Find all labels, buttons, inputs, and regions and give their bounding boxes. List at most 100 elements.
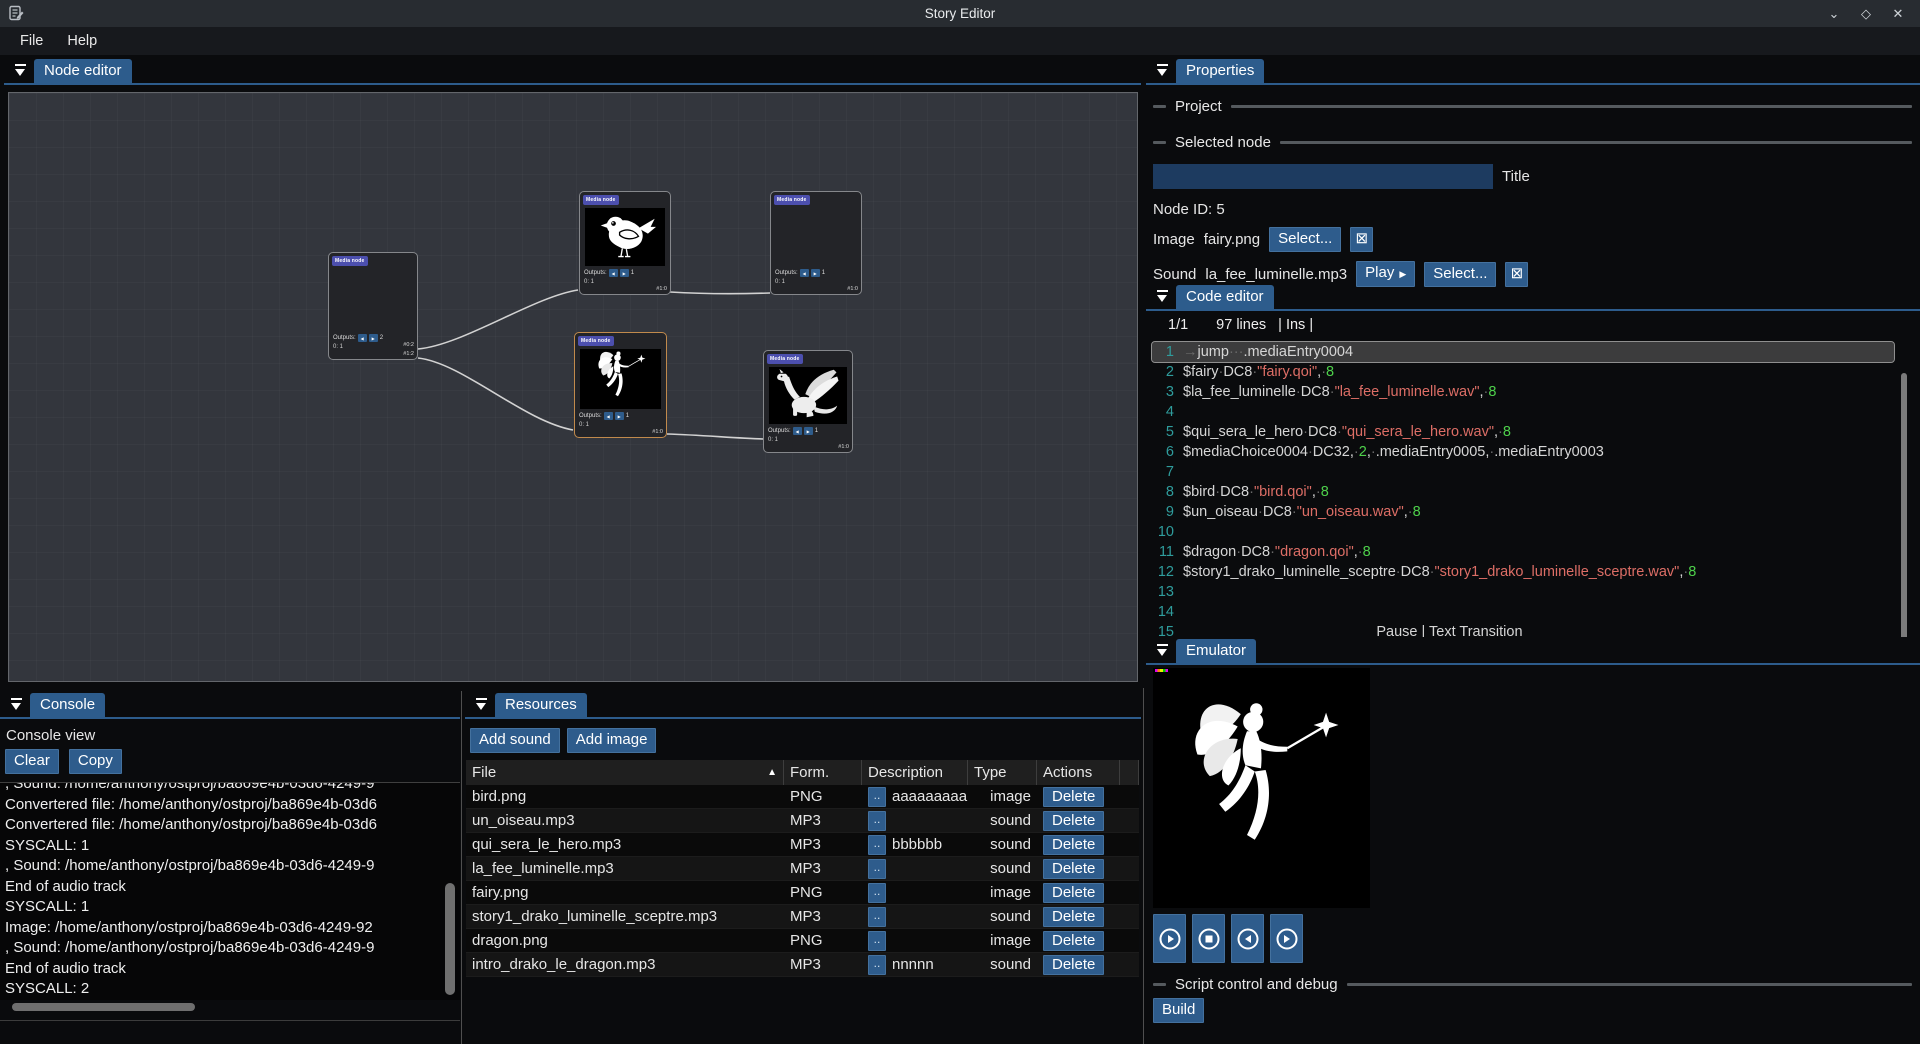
table-row[interactable]: qui_sera_le_hero.mp3MP3..bbbbbbsoundDele… bbox=[466, 833, 1139, 857]
node-title-input[interactable] bbox=[1153, 164, 1493, 189]
code-line[interactable]: 11$dragon·DC8·"dragon.qoi",·8 bbox=[1152, 542, 1894, 562]
table-row[interactable]: un_oiseau.mp3MP3..soundDelete bbox=[466, 809, 1139, 833]
tab-properties[interactable]: Properties bbox=[1176, 59, 1264, 83]
menu-item-help[interactable]: Help bbox=[55, 30, 109, 53]
story-node[interactable]: Media nodeOutputs:◀▶20: 1#0:2#1:2 bbox=[328, 252, 418, 360]
outputs-decrement-button[interactable]: ◀ bbox=[358, 334, 367, 342]
console-clear-button[interactable]: Clear bbox=[5, 749, 59, 774]
console-copy-button[interactable]: Copy bbox=[69, 749, 122, 774]
outputs-increment-button[interactable]: ▶ bbox=[811, 269, 820, 277]
outputs-decrement-button[interactable]: ◀ bbox=[604, 412, 613, 420]
collapse-properties-button[interactable] bbox=[1150, 58, 1174, 82]
column-header-type[interactable]: Type bbox=[968, 760, 1037, 785]
table-row[interactable]: story1_drako_luminelle_sceptre.mp3MP3..s… bbox=[466, 905, 1139, 929]
console-log-line: End of audio track bbox=[5, 959, 438, 980]
node-type-badge: Media node bbox=[578, 336, 614, 346]
play-button[interactable] bbox=[1153, 914, 1186, 963]
outputs-decrement-button[interactable]: ◀ bbox=[609, 269, 618, 277]
image-select-button[interactable]: Select... bbox=[1269, 227, 1341, 252]
table-row[interactable]: bird.pngPNG..aaaaaaaaaimageDelete bbox=[466, 785, 1139, 809]
tab-node-editor[interactable]: Node editor bbox=[34, 59, 132, 83]
collapse-resources-button[interactable] bbox=[469, 692, 493, 716]
delete-button[interactable]: Delete bbox=[1043, 835, 1104, 855]
code-text-area[interactable]: 1→jump···.mediaEntry00042$fairy·DC8·"fai… bbox=[1148, 342, 1920, 637]
delete-button[interactable]: Delete bbox=[1043, 811, 1104, 831]
code-line[interactable]: 7 bbox=[1152, 462, 1894, 482]
outputs-increment-button[interactable]: ▶ bbox=[615, 412, 624, 420]
code-line[interactable]: 4 bbox=[1152, 402, 1894, 422]
delete-button[interactable]: Delete bbox=[1043, 787, 1104, 807]
maximize-button[interactable]: ◇ bbox=[1858, 6, 1874, 22]
delete-button[interactable]: Delete bbox=[1043, 955, 1104, 975]
collapse-emulator-button[interactable] bbox=[1150, 638, 1174, 662]
story-node[interactable]: Media nodeOutputs:◀▶10: 1#1:0 bbox=[574, 332, 667, 438]
code-line[interactable]: 2$fairy·DC8·"fairy.qoi",·8 bbox=[1152, 362, 1894, 382]
edit-description-button[interactable]: .. bbox=[868, 835, 886, 855]
code-line[interactable]: 14 bbox=[1152, 602, 1894, 622]
node-outputs-row: Outputs:◀▶2 bbox=[333, 334, 383, 342]
console-vertical-scrollbar[interactable] bbox=[445, 883, 455, 995]
node-graph-canvas[interactable]: Media nodeOutputs:◀▶20: 1#0:2#1:2 Media n… bbox=[8, 92, 1138, 682]
code-line[interactable]: 6$mediaChoice0004·DC32,·2,·.mediaEntry00… bbox=[1152, 442, 1894, 462]
column-header-actions[interactable]: Actions bbox=[1037, 760, 1120, 785]
tab-console[interactable]: Console bbox=[30, 693, 105, 717]
outputs-increment-button[interactable]: ▶ bbox=[369, 334, 378, 342]
stop-button[interactable] bbox=[1192, 914, 1225, 963]
console-resources-divider[interactable] bbox=[461, 691, 462, 1044]
code-line[interactable]: 10 bbox=[1152, 522, 1894, 542]
collapse-node-editor-button[interactable] bbox=[8, 58, 32, 82]
tab-emulator[interactable]: Emulator bbox=[1176, 639, 1256, 663]
edit-description-button[interactable]: .. bbox=[868, 931, 886, 951]
tab-resources[interactable]: Resources bbox=[495, 693, 587, 717]
delete-button[interactable]: Delete bbox=[1043, 907, 1104, 927]
code-line[interactable]: 13 bbox=[1152, 582, 1894, 602]
close-button[interactable]: ✕ bbox=[1890, 6, 1906, 22]
add-sound-button[interactable]: Add sound bbox=[470, 728, 560, 753]
image-clear-button[interactable]: ⊠ bbox=[1350, 227, 1373, 252]
story-node[interactable]: Media nodeOutputs:◀▶10: 1#1:0 bbox=[579, 191, 671, 295]
code-line[interactable]: 15 Pause | Text Transition bbox=[1152, 622, 1894, 637]
add-image-button[interactable]: Add image bbox=[567, 728, 657, 753]
table-row[interactable]: fairy.pngPNG..imageDelete bbox=[466, 881, 1139, 905]
code-line[interactable]: 9$un_oiseau·DC8·"un_oiseau.wav",·8 bbox=[1152, 502, 1894, 522]
table-row[interactable]: la_fee_luminelle.mp3MP3..soundDelete bbox=[466, 857, 1139, 881]
code-line[interactable]: 8$bird·DC8·"bird.qoi",·8 bbox=[1152, 482, 1894, 502]
build-button[interactable]: Build bbox=[1153, 998, 1204, 1023]
outputs-increment-button[interactable]: ▶ bbox=[804, 427, 813, 435]
collapse-code-editor-button[interactable] bbox=[1150, 284, 1174, 308]
column-header-description[interactable]: Description bbox=[862, 760, 968, 785]
titlebar[interactable]: Story Editor ⌄ ◇ ✕ bbox=[0, 0, 1920, 27]
code-line[interactable]: 1→jump···.mediaEntry0004 bbox=[1152, 342, 1894, 362]
code-line[interactable]: 3$la_fee_luminelle·DC8·"la_fee_luminelle… bbox=[1152, 382, 1894, 402]
story-node[interactable]: Media nodeOutputs:◀▶10: 1#1:0 bbox=[770, 191, 862, 295]
table-row[interactable]: intro_drako_le_dragon.mp3MP3..nnnnnsound… bbox=[466, 953, 1139, 977]
code-line[interactable]: 12$story1_drako_luminelle_sceptre·DC8·"s… bbox=[1152, 562, 1894, 582]
collapse-console-button[interactable] bbox=[4, 692, 28, 716]
column-header-form[interactable]: Form. bbox=[784, 760, 862, 785]
delete-button[interactable]: Delete bbox=[1043, 931, 1104, 951]
edit-description-button[interactable]: .. bbox=[868, 883, 886, 903]
console-log[interactable]: , Sound: /home/anthony/ostproj/ba869e4b-… bbox=[0, 782, 460, 1000]
code-editor-scrollbar[interactable] bbox=[1901, 373, 1907, 637]
outputs-decrement-button[interactable]: ◀ bbox=[793, 427, 802, 435]
edit-description-button[interactable]: .. bbox=[868, 907, 886, 927]
edit-description-button[interactable]: .. bbox=[868, 955, 886, 975]
step-forward-button[interactable] bbox=[1270, 914, 1303, 963]
code-line[interactable]: 5$qui_sera_le_hero·DC8·"qui_sera_le_hero… bbox=[1152, 422, 1894, 442]
console-horizontal-scrollbar[interactable] bbox=[12, 1003, 195, 1011]
resources-right-divider[interactable] bbox=[1143, 688, 1144, 1044]
column-header-file[interactable]: File▲ bbox=[466, 760, 784, 785]
delete-button[interactable]: Delete bbox=[1043, 883, 1104, 903]
step-back-button[interactable] bbox=[1231, 914, 1264, 963]
edit-description-button[interactable]: .. bbox=[868, 787, 886, 807]
tab-code-editor[interactable]: Code editor bbox=[1176, 285, 1274, 309]
outputs-increment-button[interactable]: ▶ bbox=[620, 269, 629, 277]
delete-button[interactable]: Delete bbox=[1043, 859, 1104, 879]
minimize-button[interactable]: ⌄ bbox=[1826, 6, 1842, 22]
edit-description-button[interactable]: .. bbox=[868, 811, 886, 831]
outputs-decrement-button[interactable]: ◀ bbox=[800, 269, 809, 277]
menu-item-file[interactable]: File bbox=[8, 30, 55, 53]
table-row[interactable]: dragon.pngPNG..imageDelete bbox=[466, 929, 1139, 953]
story-node[interactable]: Media nodeOutputs:◀▶10: 1#1:0 bbox=[763, 350, 853, 453]
edit-description-button[interactable]: .. bbox=[868, 859, 886, 879]
